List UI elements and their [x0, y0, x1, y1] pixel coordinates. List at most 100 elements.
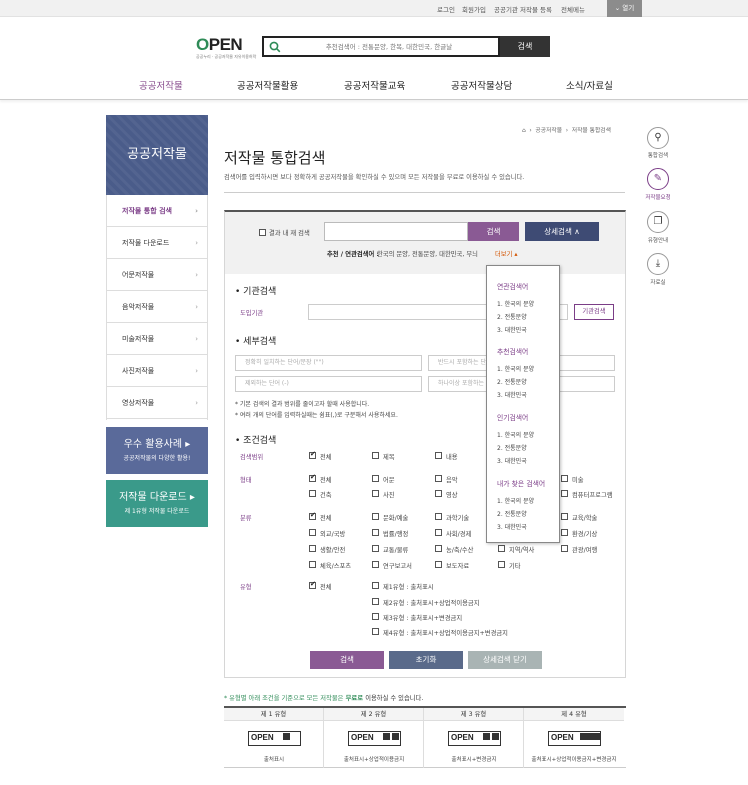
main-search-input[interactable]: [324, 222, 468, 241]
top-search-button[interactable]: 검색: [500, 36, 550, 57]
more-link[interactable]: 더보기 ▴: [495, 249, 518, 258]
category-checkbox[interactable]: [435, 529, 442, 536]
attribution-icon: [383, 733, 390, 740]
home-icon[interactable]: ⌂: [522, 128, 526, 134]
search-icon[interactable]: ⚲: [647, 127, 669, 149]
login-link[interactable]: 로그인: [437, 4, 455, 14]
sidebar-item-music[interactable]: 음악저작물 ›: [106, 291, 208, 323]
scope-content-checkbox[interactable]: [435, 452, 442, 459]
banner-download[interactable]: 저작물 다운로드 ▸ 제 1유형 저작물 다운로드: [106, 480, 208, 527]
open-logo[interactable]: OPEN 공공누리 · 공공저작물 자유이용허락: [196, 35, 256, 60]
category-checkbox[interactable]: [309, 529, 316, 536]
chevron-right-icon: ›: [195, 399, 198, 407]
dropdown-item[interactable]: 2. 전통문양: [497, 377, 527, 386]
type-checkbox[interactable]: [372, 613, 379, 620]
sitemap-link[interactable]: 전체메뉴: [561, 4, 585, 14]
category-checkbox[interactable]: [372, 529, 379, 536]
guide-icon[interactable]: ❐: [647, 211, 669, 233]
nav-public-works[interactable]: 공공저작물: [139, 78, 183, 92]
exact-phrase-input[interactable]: 정확히 일치하는 단어/문장 (""): [235, 355, 422, 371]
category-checkbox[interactable]: [498, 545, 505, 552]
form-checkbox[interactable]: [435, 490, 442, 497]
form-checkbox[interactable]: [372, 490, 379, 497]
type-opt-label: 제1유형 : 출처표시: [383, 584, 434, 591]
within-results-checkbox[interactable]: [259, 229, 266, 236]
type-checkbox[interactable]: [372, 628, 379, 635]
scope-title-checkbox[interactable]: [372, 452, 379, 459]
sidebar-item-video[interactable]: 영상저작물 ›: [106, 387, 208, 419]
page-description: 검색어를 입력하시면 보다 정확하게 공공저작물을 확인하실 수 있으며 모든 …: [224, 174, 525, 181]
agency-label: 도입기관: [240, 310, 264, 317]
open-button[interactable]: ⌄ 열기: [607, 0, 642, 17]
form-checkbox[interactable]: [309, 490, 316, 497]
form-checkbox[interactable]: [561, 490, 568, 497]
category-checkbox[interactable]: [309, 561, 316, 568]
dropdown-item[interactable]: 3. 대한민국: [497, 456, 527, 465]
category-checkbox[interactable]: [435, 561, 442, 568]
category-checkbox[interactable]: [372, 561, 379, 568]
chevron-right-icon: ›: [195, 239, 198, 247]
detail-search-button[interactable]: 검색: [310, 651, 384, 669]
join-link[interactable]: 회원가입: [462, 4, 486, 14]
top-search-box: [262, 36, 500, 57]
category-checkbox[interactable]: [561, 513, 568, 520]
dropdown-item[interactable]: 3. 대한민국: [497, 522, 527, 531]
recommend-words[interactable]: 한국의 문양, 전통문양, 대한민국, 무늬: [377, 249, 478, 258]
sidebar-item-photo[interactable]: 사진저작물 ›: [106, 355, 208, 387]
scope-all-checkbox[interactable]: [309, 450, 316, 459]
register-link[interactable]: 공공기관 저작물 등록: [494, 4, 552, 14]
dropdown-item[interactable]: 2. 전통문양: [497, 312, 527, 321]
nav-education[interactable]: 공공저작물교육: [344, 78, 405, 92]
scope-label: 검색범위: [240, 454, 264, 461]
dropdown-item[interactable]: 2. 전통문양: [497, 509, 527, 518]
dropdown-item[interactable]: 2. 전통문양: [497, 443, 527, 452]
close-detail-button[interactable]: 상세검색 닫기: [468, 651, 542, 669]
form-opt-label: 컴퓨터프로그램: [572, 492, 613, 499]
detail-search-toggle[interactable]: 상세검색 ∧: [525, 222, 599, 241]
dropdown-item[interactable]: 1. 한국의 문양: [497, 364, 534, 373]
form-checkbox[interactable]: [561, 475, 568, 482]
banner-best-cases[interactable]: 우수 활용사례 ▸ 공공저작물의 다양한 활용!: [106, 427, 208, 474]
sidebar-item-literary[interactable]: 어문저작물 ›: [106, 259, 208, 291]
license-type-4: 제 4 유형 OPEN 출처표시+상업적이용금지+변경금지: [524, 708, 624, 768]
category-checkbox[interactable]: [561, 545, 568, 552]
logo-o: O: [196, 35, 209, 54]
type-checkbox[interactable]: [372, 598, 379, 605]
category-checkbox[interactable]: [309, 511, 316, 520]
type-checkbox[interactable]: [309, 580, 316, 589]
agency-search-button[interactable]: 기관검색: [574, 304, 614, 320]
category-checkbox[interactable]: [561, 529, 568, 536]
form-checkbox[interactable]: [372, 475, 379, 482]
request-icon[interactable]: ✎: [647, 168, 669, 190]
type-checkbox[interactable]: [372, 582, 379, 589]
dropdown-item[interactable]: 3. 대한민국: [497, 390, 527, 399]
conditions-section-title: • 조건검색: [235, 436, 277, 446]
nav-utilization[interactable]: 공공저작물활용: [237, 78, 298, 92]
category-checkbox[interactable]: [372, 513, 379, 520]
form-checkbox[interactable]: [309, 473, 316, 482]
download-icon[interactable]: ⤓: [647, 253, 669, 275]
type-label: 유형: [240, 584, 252, 591]
dropdown-item[interactable]: 1. 한국의 문양: [497, 496, 534, 505]
sidebar-item-download[interactable]: 저작물 다운로드 ›: [106, 227, 208, 259]
main-search-button[interactable]: 검색: [468, 222, 519, 241]
exclude-input[interactable]: 제외하는 단어 (-): [235, 376, 422, 392]
reset-button[interactable]: 초기화: [389, 651, 463, 669]
form-checkbox[interactable]: [435, 475, 442, 482]
sidebar-item-integrated-search[interactable]: 저작물 통합 검색 ›: [106, 195, 208, 227]
category-checkbox[interactable]: [309, 545, 316, 552]
top-search-input[interactable]: [284, 39, 494, 54]
type-opt-label: 전체: [320, 584, 332, 591]
category-checkbox[interactable]: [498, 561, 505, 568]
category-opt-label: 사회/경제: [446, 531, 472, 538]
category-checkbox[interactable]: [372, 545, 379, 552]
dropdown-item[interactable]: 1. 한국의 문양: [497, 299, 534, 308]
nav-consulting[interactable]: 공공저작물상담: [451, 78, 512, 92]
nav-news[interactable]: 소식/자료실: [566, 78, 613, 92]
category-checkbox[interactable]: [435, 513, 442, 520]
dropdown-item[interactable]: 3. 대한민국: [497, 325, 527, 334]
category-checkbox[interactable]: [435, 545, 442, 552]
license-note: * 유형별 아래 조건을 기준으로 모든 저작물은 무료로 이용하실 수 있습니…: [224, 695, 424, 702]
dropdown-item[interactable]: 1. 한국의 문양: [497, 430, 534, 439]
sidebar-item-art[interactable]: 미술저작물 ›: [106, 323, 208, 355]
